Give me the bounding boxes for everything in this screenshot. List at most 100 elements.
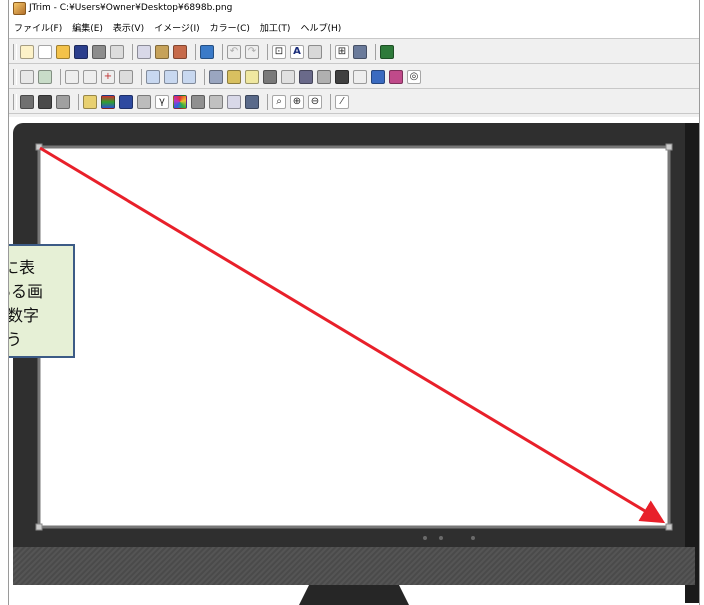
menu-image[interactable]: イメージ(I) [149, 21, 205, 34]
callout-line-2: ある画 [9, 282, 44, 301]
menu-edit[interactable]: 編集(E) [67, 21, 108, 34]
blur-icon[interactable] [209, 95, 223, 109]
toolbar-grip[interactable] [13, 44, 17, 60]
toolbar-main: ↶ ↷ ⊡ A ⊞ [9, 41, 699, 63]
wave-icon[interactable] [281, 70, 295, 84]
zoom-in-icon[interactable]: ⊕ [290, 95, 304, 109]
text-icon[interactable]: A [290, 45, 304, 59]
gray-icon[interactable] [137, 95, 151, 109]
toolbar-separator [222, 44, 223, 60]
effects-icon[interactable] [83, 95, 97, 109]
open-folder-icon[interactable] [56, 45, 70, 59]
square-icon[interactable] [335, 70, 349, 84]
menu-file[interactable]: ファイル(F) [9, 21, 67, 34]
callout-line-3: 数字 [9, 306, 40, 325]
sparkle-icon[interactable] [245, 70, 259, 84]
mosaic-icon[interactable] [263, 70, 277, 84]
toolbar-separator [132, 44, 133, 60]
color-palette-icon[interactable] [380, 45, 394, 59]
resize-icon[interactable] [38, 70, 52, 84]
new-window-icon[interactable] [20, 45, 34, 59]
window-title: JTrim - C:¥Users¥Owner¥Desktop¥6898b.png [29, 3, 233, 13]
flip-h-icon[interactable] [65, 70, 79, 84]
fit-window-icon[interactable]: ⊡ [272, 45, 286, 59]
move-icon[interactable]: + [101, 70, 115, 84]
tone-icon[interactable] [56, 95, 70, 109]
select-icon[interactable] [200, 45, 214, 59]
rotate-free-icon[interactable] [182, 70, 196, 84]
rotate-icon[interactable] [20, 70, 34, 84]
menu-help[interactable]: ヘルプ(H) [295, 21, 346, 34]
circle-icon[interactable] [308, 45, 322, 59]
rotate-90-right-icon[interactable] [164, 70, 178, 84]
copy-icon[interactable] [137, 45, 151, 59]
new-file-icon[interactable] [38, 45, 52, 59]
toolbar-divider [9, 88, 699, 89]
menu-bar: ファイル(F) 編集(E) 表示(V) イメージ(I) カラー(C) 加工(T)… [9, 16, 699, 38]
zoom-menu-icon[interactable]: ⌕ [272, 95, 286, 109]
monitor-bottom-panel [13, 547, 695, 585]
corner-handle[interactable] [665, 143, 673, 151]
rgb-icon[interactable] [101, 95, 115, 109]
grid-icon[interactable]: ⊞ [335, 45, 349, 59]
brush-icon[interactable] [389, 70, 403, 84]
contrast-icon[interactable] [20, 95, 34, 109]
pencil-icon[interactable] [371, 70, 385, 84]
indicator-dot [439, 536, 443, 540]
noise-icon[interactable] [191, 95, 205, 109]
indicator-dot [471, 536, 475, 540]
eyedropper-icon[interactable]: ⁄ [335, 95, 349, 109]
zoom-out-icon[interactable]: ⊖ [308, 95, 322, 109]
menu-divider [9, 38, 699, 39]
hue-icon[interactable] [119, 95, 133, 109]
spiral-icon[interactable]: ◎ [407, 70, 421, 84]
toolbar-separator [330, 94, 331, 110]
gamma-icon[interactable]: γ [155, 95, 169, 109]
blend-icon[interactable] [299, 70, 313, 84]
fill-icon[interactable] [227, 70, 241, 84]
title-bar: JTrim - C:¥Users¥Owner¥Desktop¥6898b.png [9, 0, 699, 16]
toolbar-separator [204, 69, 205, 85]
save-icon[interactable] [74, 45, 88, 59]
layer-icon[interactable] [353, 45, 367, 59]
monitor-stand [299, 585, 409, 605]
monitor-image [9, 117, 699, 605]
print-icon[interactable] [92, 45, 106, 59]
toolbar-grip[interactable] [13, 69, 17, 85]
toolbar-divider [9, 63, 699, 64]
app-window: JTrim - C:¥Users¥Owner¥Desktop¥6898b.png… [8, 0, 700, 605]
levels-icon[interactable] [245, 95, 259, 109]
annotation-callout: に表 ある画 数字 う [9, 244, 75, 358]
menu-color[interactable]: カラー(C) [205, 21, 255, 34]
menu-view[interactable]: 表示(V) [108, 21, 149, 34]
toolbar-transform: + ◎ [9, 66, 699, 88]
image-canvas[interactable] [9, 117, 699, 605]
undo-icon[interactable]: ↶ [227, 45, 241, 59]
gradient-icon[interactable] [317, 70, 331, 84]
paste-new-icon[interactable] [173, 45, 187, 59]
menu-process[interactable]: 加工(T) [255, 21, 296, 34]
color-wheel-icon[interactable] [173, 95, 187, 109]
corner-handle[interactable] [35, 523, 43, 531]
paste-icon[interactable] [155, 45, 169, 59]
toolbar-separator [375, 44, 376, 60]
flip-v-icon[interactable] [83, 70, 97, 84]
toolbar-divider [9, 113, 699, 114]
toolbar-separator [267, 44, 268, 60]
callout-line-4: う [9, 328, 70, 352]
app-icon [13, 1, 26, 15]
hdr-icon[interactable] [227, 95, 241, 109]
print-preview-icon[interactable] [110, 45, 124, 59]
crop-icon[interactable] [119, 70, 133, 84]
rotate-90-left-icon[interactable] [146, 70, 160, 84]
indicator-dot [423, 536, 427, 540]
brightness-icon[interactable] [38, 95, 52, 109]
border-icon[interactable] [353, 70, 367, 84]
corner-handle[interactable] [665, 523, 673, 531]
toolbar-separator [78, 94, 79, 110]
toolbar-grip[interactable] [13, 94, 17, 110]
frame-icon[interactable] [209, 70, 223, 84]
redo-icon[interactable]: ↷ [245, 45, 259, 59]
toolbar-color: γ ⌕ ⊕ ⊖ ⁄ [9, 91, 699, 113]
toolbar-separator [330, 44, 331, 60]
